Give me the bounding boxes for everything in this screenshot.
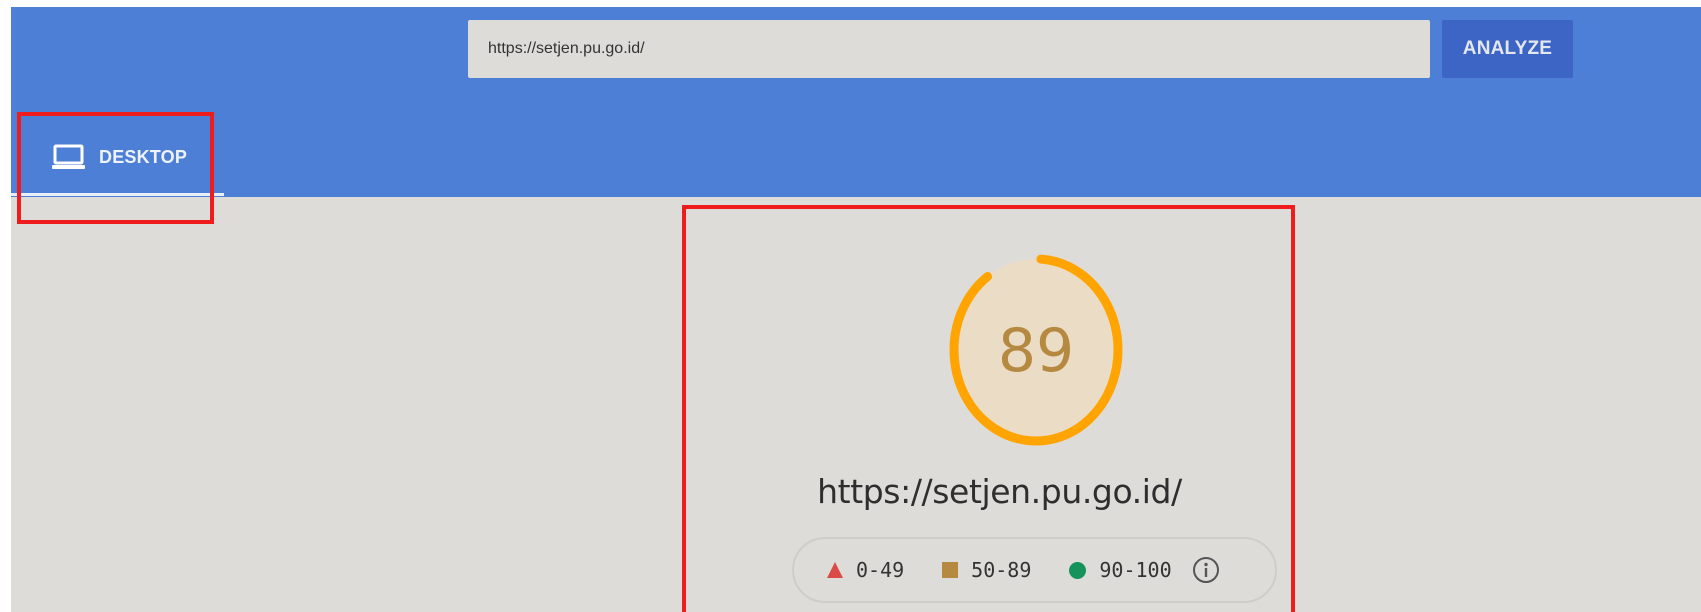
legend-range-fail: 0-49 (856, 558, 905, 582)
legend-item-fail: 0-49 (827, 558, 904, 582)
legend-item-average: 50-89 (942, 558, 1031, 582)
analyze-button[interactable]: ANALYZE (1442, 20, 1573, 78)
legend-range-average: 50-89 (971, 558, 1032, 582)
legend-item-pass: 90-100 (1069, 558, 1172, 582)
tab-active-indicator (11, 193, 224, 196)
circle-pass-icon (1069, 561, 1087, 579)
pagespeed-app: ANALYZE DESKTOP 89 https://setjen.pu.go.… (11, 7, 1701, 612)
header-bar: ANALYZE DESKTOP (11, 7, 1701, 197)
url-input[interactable] (468, 20, 1430, 78)
analyzed-url: https://setjen.pu.go.id/ (817, 472, 1182, 511)
score-legend: 0-49 50-89 90-100 (792, 537, 1277, 603)
tab-desktop[interactable]: DESKTOP (11, 117, 224, 197)
square-average-icon (942, 562, 959, 578)
info-icon[interactable] (1192, 556, 1220, 584)
triangle-fail-icon (827, 562, 843, 578)
screenshot-frame: ANALYZE DESKTOP 89 https://setjen.pu.go.… (0, 0, 1701, 612)
legend-range-pass: 90-100 (1099, 558, 1172, 582)
tab-desktop-label: DESKTOP (99, 146, 188, 167)
performance-score: 89 (997, 316, 1075, 386)
laptop-icon (52, 144, 85, 170)
